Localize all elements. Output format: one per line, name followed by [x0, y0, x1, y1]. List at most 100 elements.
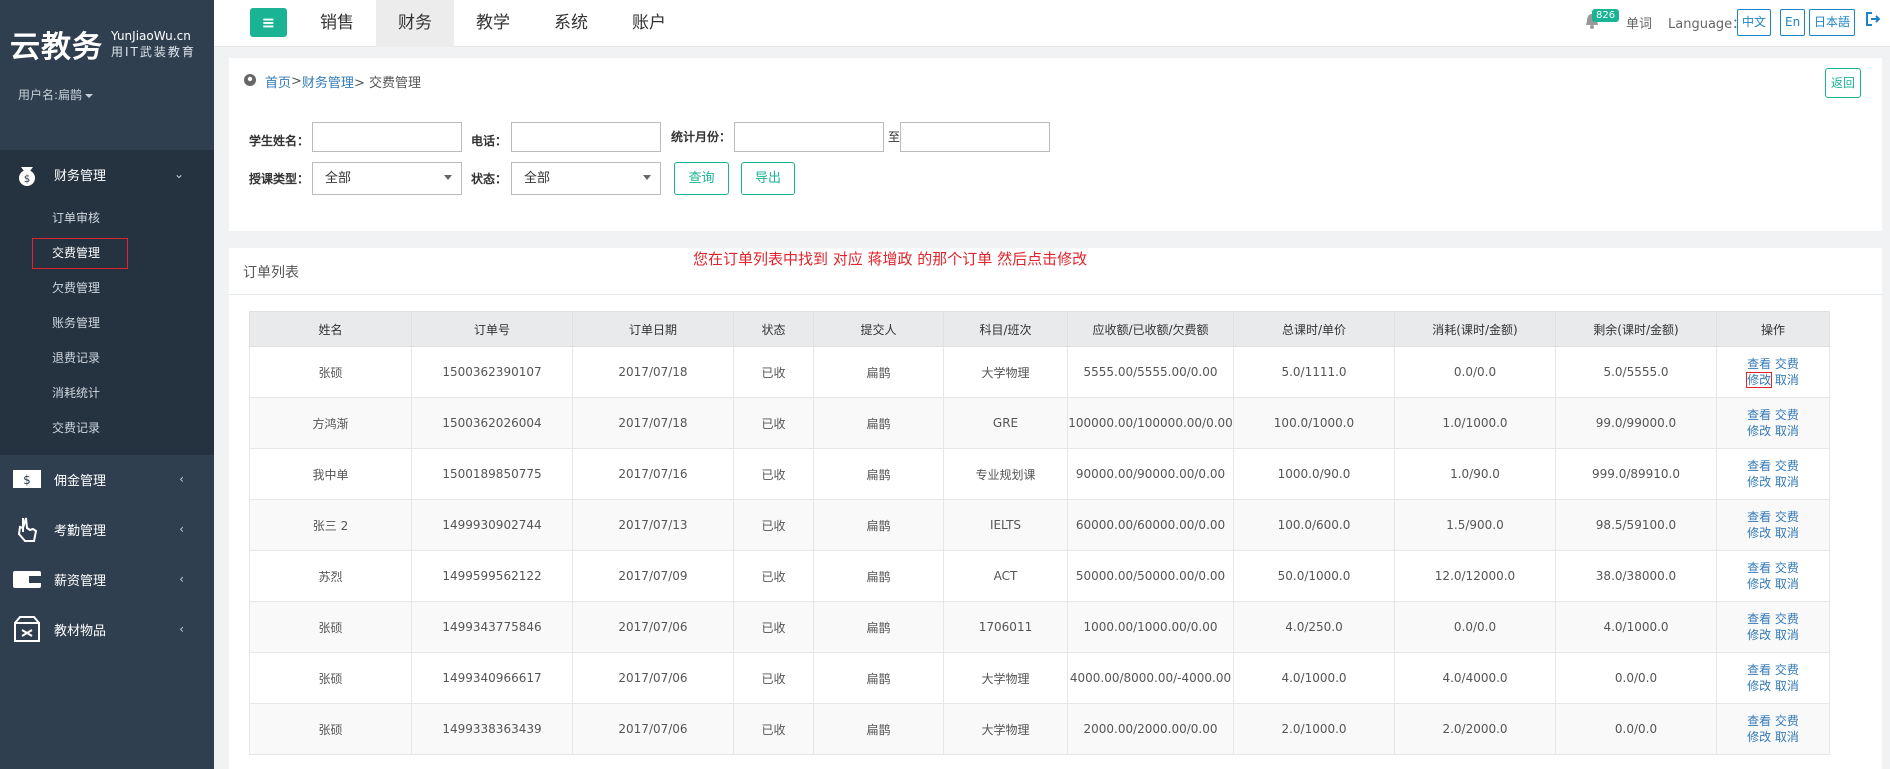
- sidebar-item-order-review[interactable]: 订单审核: [52, 209, 100, 226]
- edit-link[interactable]: 修改: [1747, 526, 1771, 540]
- box-icon: [12, 614, 42, 644]
- cancel-link[interactable]: 取消: [1775, 475, 1799, 489]
- table-cell: 2017/07/09: [572, 550, 734, 602]
- nav-tab-sales[interactable]: 销售: [298, 0, 376, 47]
- table-cell: 扁鹊: [813, 550, 944, 602]
- pay-link[interactable]: 交费: [1775, 459, 1799, 473]
- table-cell: 1706011: [943, 601, 1068, 653]
- sidebar-item-payment-records[interactable]: 交费记录: [52, 419, 100, 436]
- edit-link[interactable]: 修改: [1747, 424, 1771, 438]
- sidebar-section-finance[interactable]: $ 财务管理 ⌄: [0, 154, 214, 194]
- edit-link[interactable]: 修改: [1747, 730, 1771, 744]
- sidebar-item-arrears[interactable]: 欠费管理: [52, 279, 100, 296]
- table-cell: 苏烈: [249, 550, 412, 602]
- table-cell: 1499343775846: [411, 601, 573, 653]
- table-cell: 扁鹊: [813, 397, 944, 449]
- breadcrumb-finance[interactable]: 财务管理: [302, 72, 354, 91]
- table-cell: 已收: [733, 448, 814, 500]
- cancel-link[interactable]: 取消: [1775, 730, 1799, 744]
- username-label: 用户名:扁鹊: [18, 88, 83, 102]
- caret-down-icon: [85, 93, 94, 98]
- query-button[interactable]: 查询: [674, 162, 729, 195]
- sidebar-item-refunds[interactable]: 退费记录: [52, 349, 100, 366]
- words-link[interactable]: 单词: [1626, 13, 1652, 32]
- cancel-link[interactable]: 取消: [1775, 628, 1799, 642]
- month-start-input[interactable]: [734, 122, 884, 152]
- sidebar-section-attendance[interactable]: 考勤管理 ‹: [0, 509, 214, 549]
- breadcrumb-home[interactable]: 首页: [265, 72, 291, 91]
- nav-tab-finance[interactable]: 财务: [376, 0, 454, 47]
- table-cell: 100.0/1000.0: [1233, 397, 1395, 449]
- table-cell: 50000.00/50000.00/0.00: [1067, 550, 1234, 602]
- cancel-link[interactable]: 取消: [1775, 424, 1799, 438]
- status-select[interactable]: 全部: [511, 162, 661, 195]
- view-link[interactable]: 查看: [1747, 714, 1771, 728]
- table-cell: 2017/07/18: [572, 346, 734, 398]
- table-cell: 大学物理: [943, 346, 1068, 398]
- chevron-down-icon: ⌄: [173, 167, 184, 181]
- lang-en-button[interactable]: En: [1780, 9, 1806, 36]
- chevron-left-icon: ‹: [179, 472, 184, 486]
- view-link[interactable]: 查看: [1747, 612, 1771, 626]
- cancel-link[interactable]: 取消: [1775, 577, 1799, 591]
- sidebar-section-salary[interactable]: 薪资管理 ‹: [0, 559, 214, 599]
- pay-link[interactable]: 交费: [1775, 612, 1799, 626]
- logout-icon[interactable]: [1866, 12, 1881, 30]
- pay-link[interactable]: 交费: [1775, 663, 1799, 677]
- course-type-select[interactable]: 全部: [312, 162, 462, 195]
- user-menu[interactable]: 用户名:扁鹊: [18, 86, 94, 103]
- sidebar-section-materials[interactable]: 教材物品 ‹: [0, 609, 214, 649]
- nav-tab-teaching[interactable]: 教学: [454, 0, 532, 47]
- edit-link[interactable]: 修改: [1747, 628, 1771, 642]
- col-header: 总课时/单价: [1233, 311, 1395, 347]
- pay-link[interactable]: 交费: [1775, 510, 1799, 524]
- hand-tap-icon: [12, 514, 42, 544]
- nav-tab-system[interactable]: 系统: [532, 0, 610, 47]
- export-button[interactable]: 导出: [741, 162, 795, 195]
- sidebar-item-consumption[interactable]: 消耗统计: [52, 384, 100, 401]
- sidebar-item-payment-management[interactable]: 交费管理: [52, 244, 100, 261]
- table-cell: 1000.00/1000.00/0.00: [1067, 601, 1234, 653]
- pay-link[interactable]: 交费: [1775, 357, 1799, 371]
- view-link[interactable]: 查看: [1747, 510, 1771, 524]
- edit-link[interactable]: 修改: [1747, 475, 1771, 489]
- view-link[interactable]: 查看: [1747, 561, 1771, 575]
- phone-label: 电话：: [471, 134, 508, 148]
- student-name-input[interactable]: [312, 122, 462, 152]
- view-link[interactable]: 查看: [1747, 408, 1771, 422]
- table-row: 我中单 1500189850775 2017/07/16 已收 扁鹊 专业规划课 90000…: [249, 448, 1830, 500]
- pay-link[interactable]: 交费: [1775, 714, 1799, 728]
- menu-toggle-button[interactable]: ≡: [250, 8, 287, 37]
- wallet-icon: [12, 564, 42, 594]
- instruction-hint: 您在订单列表中找到 对应 蒋增政 的那个订单 然后点击修改: [693, 250, 1088, 268]
- cancel-link[interactable]: 取消: [1775, 526, 1799, 540]
- dropdown-arrow-icon: [643, 175, 651, 180]
- nav-tab-account[interactable]: 账户: [610, 0, 688, 47]
- phone-input[interactable]: [511, 122, 661, 152]
- table-cell: 1499338363439: [411, 703, 573, 755]
- view-link[interactable]: 查看: [1747, 663, 1771, 677]
- table-cell: 1500362390107: [411, 346, 573, 398]
- status-label: 状态：: [471, 172, 508, 186]
- edit-link[interactable]: 修改: [1746, 372, 1773, 388]
- month-end-input[interactable]: [900, 122, 1050, 152]
- sidebar-section-commission[interactable]: $ 佣金管理 ‹: [0, 459, 214, 499]
- view-link[interactable]: 查看: [1747, 357, 1771, 371]
- back-button[interactable]: 返回: [1825, 68, 1861, 98]
- table-cell: 0.0/0.0: [1394, 601, 1556, 653]
- pay-link[interactable]: 交费: [1775, 561, 1799, 575]
- table-cell: 98.5/59100.0: [1555, 499, 1717, 551]
- cancel-link[interactable]: 取消: [1775, 679, 1799, 693]
- table-row: 张硕 1499340966617 2017/07/06 已收 扁鹊 大学物理 4000.00…: [249, 652, 1830, 704]
- view-link[interactable]: 查看: [1747, 459, 1771, 473]
- sidebar-section-label: 考勤管理: [54, 523, 107, 539]
- sidebar-item-accounts[interactable]: 账务管理: [52, 314, 100, 331]
- lang-zh-button[interactable]: 中文: [1737, 9, 1772, 36]
- edit-link[interactable]: 修改: [1747, 679, 1771, 693]
- edit-link[interactable]: 修改: [1747, 577, 1771, 591]
- col-header: 剩余(课时/金额): [1555, 311, 1717, 347]
- lang-ja-button[interactable]: 日本語: [1809, 9, 1856, 36]
- pay-link[interactable]: 交费: [1775, 408, 1799, 422]
- table-row: 张硕 1499338363439 2017/07/06 已收 扁鹊 大学物理 2000.00…: [249, 703, 1830, 755]
- cancel-link[interactable]: 取消: [1775, 373, 1799, 387]
